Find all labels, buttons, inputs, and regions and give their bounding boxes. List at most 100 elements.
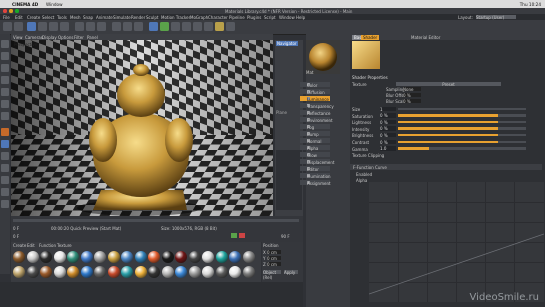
property-slider[interactable] — [398, 133, 526, 137]
channel-item[interactable]: Bump — [300, 131, 330, 137]
points-mode-icon[interactable] — [1, 88, 9, 96]
move-icon[interactable] — [38, 21, 47, 31]
material-swatch[interactable] — [13, 251, 25, 263]
play-icon[interactable] — [231, 233, 237, 238]
channel-item[interactable]: Glow — [300, 152, 330, 158]
tab-navigator[interactable]: Navigator — [276, 41, 298, 46]
grid-icon[interactable] — [1, 200, 9, 208]
apply-button[interactable]: Apply — [284, 270, 298, 275]
pen-icon[interactable] — [160, 21, 169, 31]
material-swatch[interactable] — [94, 266, 106, 278]
material-swatch[interactable] — [161, 251, 174, 263]
channel-item[interactable]: Environment — [300, 117, 333, 123]
material-swatch[interactable] — [94, 251, 106, 263]
texture-swatch[interactable] — [352, 41, 380, 69]
array-icon[interactable] — [182, 21, 191, 31]
record-icon[interactable] — [239, 233, 245, 238]
material-swatch[interactable] — [107, 266, 120, 278]
function-curve-graph[interactable] — [369, 182, 544, 302]
paint-icon[interactable] — [1, 164, 9, 172]
property-slider[interactable] — [398, 107, 526, 110]
channel-item[interactable]: Assignment — [300, 180, 331, 186]
redo-icon[interactable] — [14, 21, 23, 31]
preset-button[interactable]: Preset — [396, 81, 501, 87]
channel-item[interactable]: Normal — [300, 138, 330, 144]
render-picture-viewer-icon[interactable] — [123, 21, 132, 31]
close-icon[interactable] — [3, 9, 7, 13]
deformer-icon[interactable] — [193, 21, 202, 31]
material-swatch[interactable] — [80, 251, 93, 263]
property-value-field[interactable]: 1 — [380, 106, 396, 112]
material-swatch[interactable] — [242, 251, 255, 263]
scale-icon[interactable] — [49, 21, 58, 31]
material-swatch[interactable] — [121, 251, 133, 263]
x-axis-icon[interactable] — [75, 21, 84, 31]
property-value-field[interactable]: 0 % — [380, 132, 396, 138]
tab-plane[interactable]: Plane — [276, 110, 287, 115]
material-swatch[interactable] — [242, 266, 255, 278]
material-swatch[interactable] — [53, 266, 66, 278]
floor-icon[interactable] — [204, 21, 213, 31]
material-preview[interactable] — [306, 40, 340, 74]
material-swatch[interactable] — [26, 251, 39, 263]
material-swatch[interactable] — [121, 266, 133, 278]
blur-scale-field[interactable]: 0 % — [403, 98, 421, 104]
channel-item[interactable]: Editor — [300, 166, 330, 172]
channel-item[interactable]: Transparency — [300, 103, 334, 109]
channel-item[interactable]: Illumination — [300, 173, 331, 179]
curve-alpha-checkbox[interactable]: Alpha — [356, 178, 367, 183]
minimize-icon[interactable] — [9, 9, 13, 13]
material-swatch[interactable] — [161, 266, 174, 278]
lock-icon[interactable] — [1, 188, 9, 196]
timeline-ruler[interactable] — [13, 219, 299, 222]
make-editable-icon[interactable] — [1, 40, 9, 48]
tab-shader[interactable]: Shader — [361, 35, 380, 40]
material-swatch[interactable] — [229, 251, 241, 263]
app-name[interactable]: CINEMA 4D — [12, 2, 38, 7]
mat-menu-texture[interactable]: Texture — [57, 243, 72, 248]
property-value-field[interactable]: 0 % — [380, 119, 396, 125]
material-swatch[interactable] — [80, 266, 93, 278]
property-slider[interactable] — [398, 140, 526, 143]
material-swatch[interactable] — [175, 266, 187, 278]
material-swatch[interactable] — [67, 266, 79, 278]
material-swatch[interactable] — [134, 266, 147, 278]
channel-item[interactable]: Displacement — [300, 159, 335, 165]
material-swatch[interactable] — [13, 266, 25, 278]
channel-item[interactable]: Fog — [300, 124, 330, 130]
frame-end[interactable]: 90 F — [281, 234, 290, 239]
model-mode-icon[interactable] — [1, 52, 9, 60]
camera-icon[interactable] — [215, 21, 224, 31]
coord-mode-dropdown[interactable]: Object (Rel) — [263, 270, 281, 280]
material-swatch[interactable] — [188, 266, 201, 278]
tweak-icon[interactable] — [1, 152, 9, 160]
material-swatch[interactable] — [53, 251, 66, 263]
light-icon[interactable] — [226, 21, 235, 31]
snap-icon[interactable] — [1, 128, 9, 136]
material-swatch[interactable] — [229, 266, 241, 278]
coord-y-field[interactable]: 0 cm — [267, 255, 281, 261]
polygons-mode-icon[interactable] — [1, 112, 9, 120]
property-value-field[interactable]: 1.0 — [380, 146, 396, 151]
material-swatch[interactable] — [202, 266, 214, 278]
mat-menu-function[interactable]: Function — [39, 243, 56, 248]
material-swatch[interactable] — [107, 251, 120, 263]
material-swatch[interactable] — [134, 251, 147, 263]
subdivision-icon[interactable] — [171, 21, 180, 31]
channel-item[interactable]: Alpha — [300, 145, 330, 151]
property-slider[interactable] — [398, 120, 526, 124]
material-swatch[interactable] — [148, 251, 160, 263]
z-axis-icon[interactable] — [97, 21, 106, 31]
channel-item[interactable]: Reflectance — [300, 110, 330, 116]
frame-start[interactable]: 0 F — [13, 226, 19, 231]
coord-x-field[interactable]: 0 cm — [267, 249, 281, 255]
layout-dropdown[interactable]: Startup (User) — [476, 14, 516, 20]
live-selection-icon[interactable] — [27, 21, 36, 31]
blur-offset-field[interactable]: 0 % — [403, 92, 421, 98]
rotate-icon[interactable] — [60, 21, 69, 31]
axis-icon[interactable] — [1, 140, 9, 148]
material-swatch[interactable] — [188, 251, 201, 263]
material-name[interactable]: Mat — [306, 70, 313, 75]
render-settings-icon[interactable] — [134, 21, 143, 31]
property-slider[interactable] — [398, 114, 526, 117]
